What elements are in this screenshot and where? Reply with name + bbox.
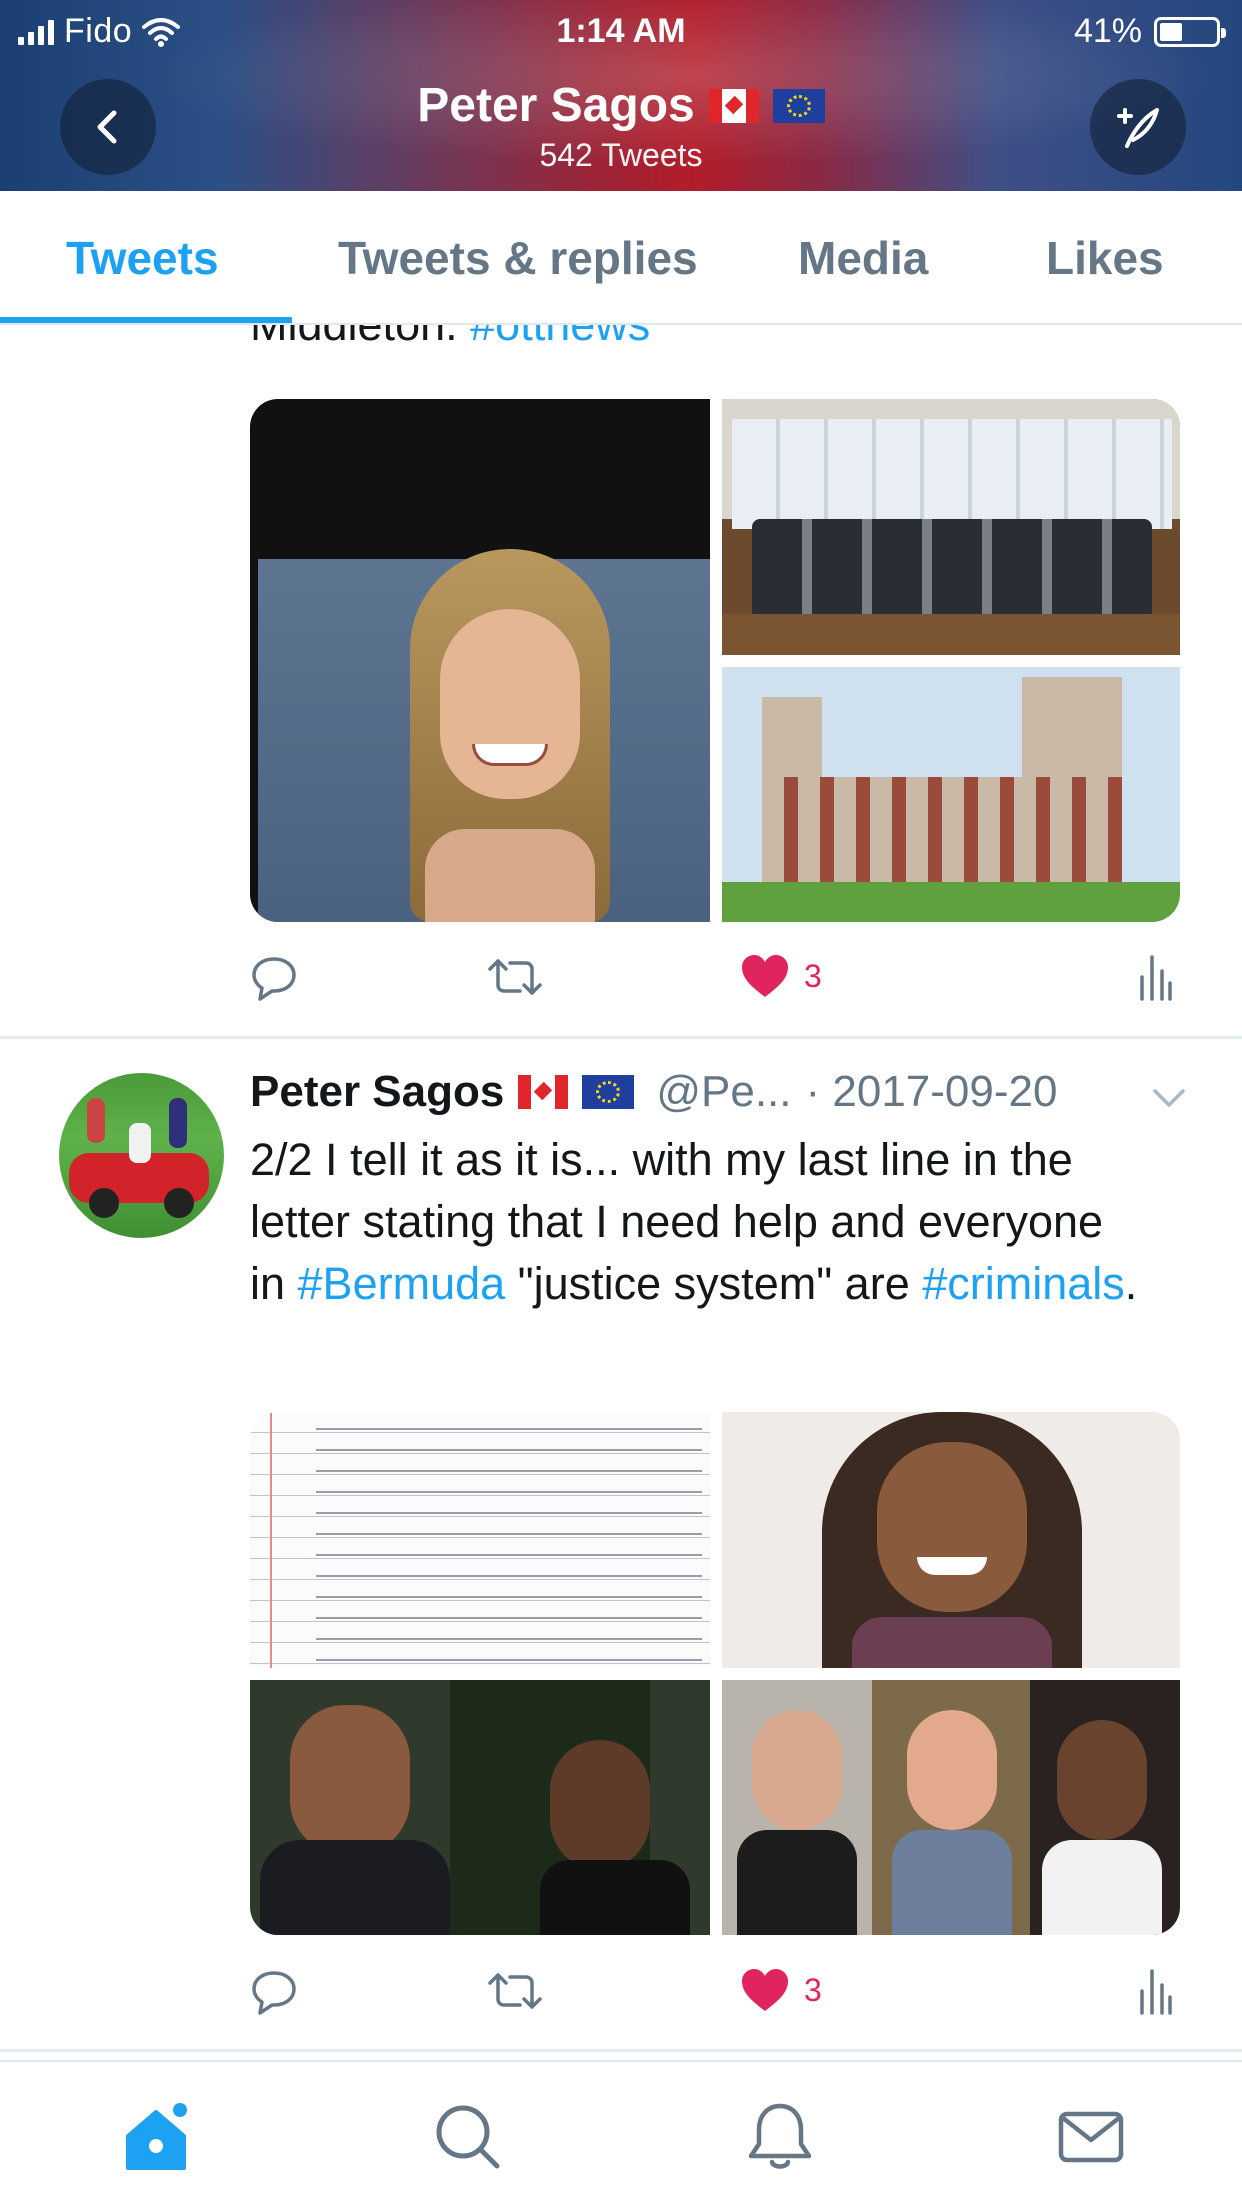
hashtag-bermuda[interactable]: #Bermuda bbox=[298, 1258, 506, 1309]
author-handle[interactable]: @Pe... bbox=[656, 1067, 791, 1117]
like-button[interactable]: 3 bbox=[740, 953, 822, 999]
hashtag-criminals[interactable]: #criminals bbox=[922, 1258, 1125, 1309]
profile-name: Peter Sagos bbox=[417, 79, 695, 132]
heart-icon bbox=[742, 1969, 788, 2011]
like-button[interactable]: 3 bbox=[740, 1967, 822, 2013]
analytics-button[interactable] bbox=[1138, 953, 1172, 1001]
search-icon bbox=[436, 2105, 500, 2169]
media-photo-couple[interactable] bbox=[250, 1680, 710, 1935]
like-count: 3 bbox=[804, 1971, 822, 2008]
nav-messages[interactable] bbox=[1055, 2102, 1125, 2172]
media-photo-group[interactable] bbox=[722, 399, 1180, 655]
profile-header: Fido 1:14 AM 41% Peter Sagos 542 Tweets bbox=[0, 0, 1242, 191]
status-bar: Fido 1:14 AM 41% bbox=[0, 0, 1242, 60]
battery-icon bbox=[1154, 16, 1226, 47]
media-photo-judges[interactable] bbox=[722, 1680, 1180, 1935]
analytics-icon bbox=[1140, 955, 1172, 1001]
bottom-navigation bbox=[0, 2060, 1242, 2208]
eu-flag-icon bbox=[772, 88, 825, 123]
reply-icon bbox=[252, 957, 296, 1001]
eu-flag-icon bbox=[582, 1075, 635, 1109]
retweet-icon bbox=[488, 959, 542, 995]
tab-tweets[interactable]: Tweets bbox=[66, 231, 219, 285]
tweet-count: 542 Tweets bbox=[539, 137, 703, 173]
tab-tweets-replies[interactable]: Tweets & replies bbox=[338, 231, 698, 285]
tab-likes[interactable]: Likes bbox=[1046, 231, 1164, 285]
reply-button[interactable] bbox=[250, 1967, 298, 2015]
media-photo-letter[interactable] bbox=[250, 1412, 710, 1668]
media-photo-portrait[interactable] bbox=[250, 399, 710, 922]
media-photo-building[interactable] bbox=[722, 667, 1180, 922]
author-name[interactable]: Peter Sagos bbox=[250, 1067, 504, 1117]
tweet-media-grid[interactable] bbox=[250, 399, 1180, 922]
tweet-actions: 3 bbox=[250, 953, 1172, 1013]
hashtag-link[interactable]: #ottnews bbox=[470, 325, 650, 350]
analytics-icon bbox=[1140, 1969, 1172, 2015]
compose-tweet-button[interactable] bbox=[1090, 79, 1186, 175]
battery-percent: 41% bbox=[1073, 12, 1142, 50]
tweet-media-grid[interactable] bbox=[250, 1412, 1180, 1935]
nav-home[interactable] bbox=[122, 2102, 192, 2172]
chevron-down-icon[interactable] bbox=[1152, 1087, 1186, 1109]
clock: 1:14 AM bbox=[556, 12, 686, 50]
active-tab-indicator bbox=[0, 317, 292, 323]
profile-tabs: Tweets Tweets & replies Media Likes bbox=[0, 191, 1242, 325]
profile-title: Peter Sagos 542 Tweets bbox=[0, 78, 1242, 174]
tweet-date[interactable]: · 2017-09-20 bbox=[806, 1067, 1058, 1117]
avatar[interactable] bbox=[59, 1073, 224, 1238]
like-count: 3 bbox=[804, 957, 822, 994]
tweet-divider bbox=[0, 1036, 1242, 1039]
analytics-button[interactable] bbox=[1138, 1967, 1172, 2015]
tweet-header: Peter Sagos @Pe... · 2017-09-20 bbox=[250, 1067, 1057, 1117]
heart-icon bbox=[742, 955, 788, 997]
tab-media[interactable]: Media bbox=[798, 231, 928, 285]
reply-button[interactable] bbox=[250, 953, 298, 1001]
tweet-text-partial: Middleton. #ottnews bbox=[250, 325, 650, 351]
canada-flag-icon bbox=[708, 88, 759, 123]
reply-icon bbox=[252, 1971, 296, 2015]
notifications-icon bbox=[748, 2103, 812, 2169]
retweet-icon bbox=[488, 1973, 542, 2009]
compose-tweet-icon bbox=[1117, 108, 1159, 148]
messages-icon bbox=[1058, 2111, 1124, 2163]
home-icon bbox=[126, 2103, 187, 2170]
tweet-text: 2/2 I tell it as it is... with my last l… bbox=[250, 1134, 1138, 1309]
nav-search[interactable] bbox=[433, 2102, 503, 2172]
media-photo-woman[interactable] bbox=[722, 1412, 1180, 1668]
retweet-button[interactable] bbox=[486, 1967, 544, 2015]
tweet-divider bbox=[0, 2049, 1242, 2052]
nav-notifications[interactable] bbox=[745, 2102, 815, 2172]
retweet-button[interactable] bbox=[486, 953, 544, 1001]
canada-flag-icon bbox=[518, 1075, 569, 1109]
timeline[interactable]: Middleton. #ottnews bbox=[0, 325, 1242, 2060]
tweet-actions: 3 bbox=[250, 1967, 1172, 2027]
